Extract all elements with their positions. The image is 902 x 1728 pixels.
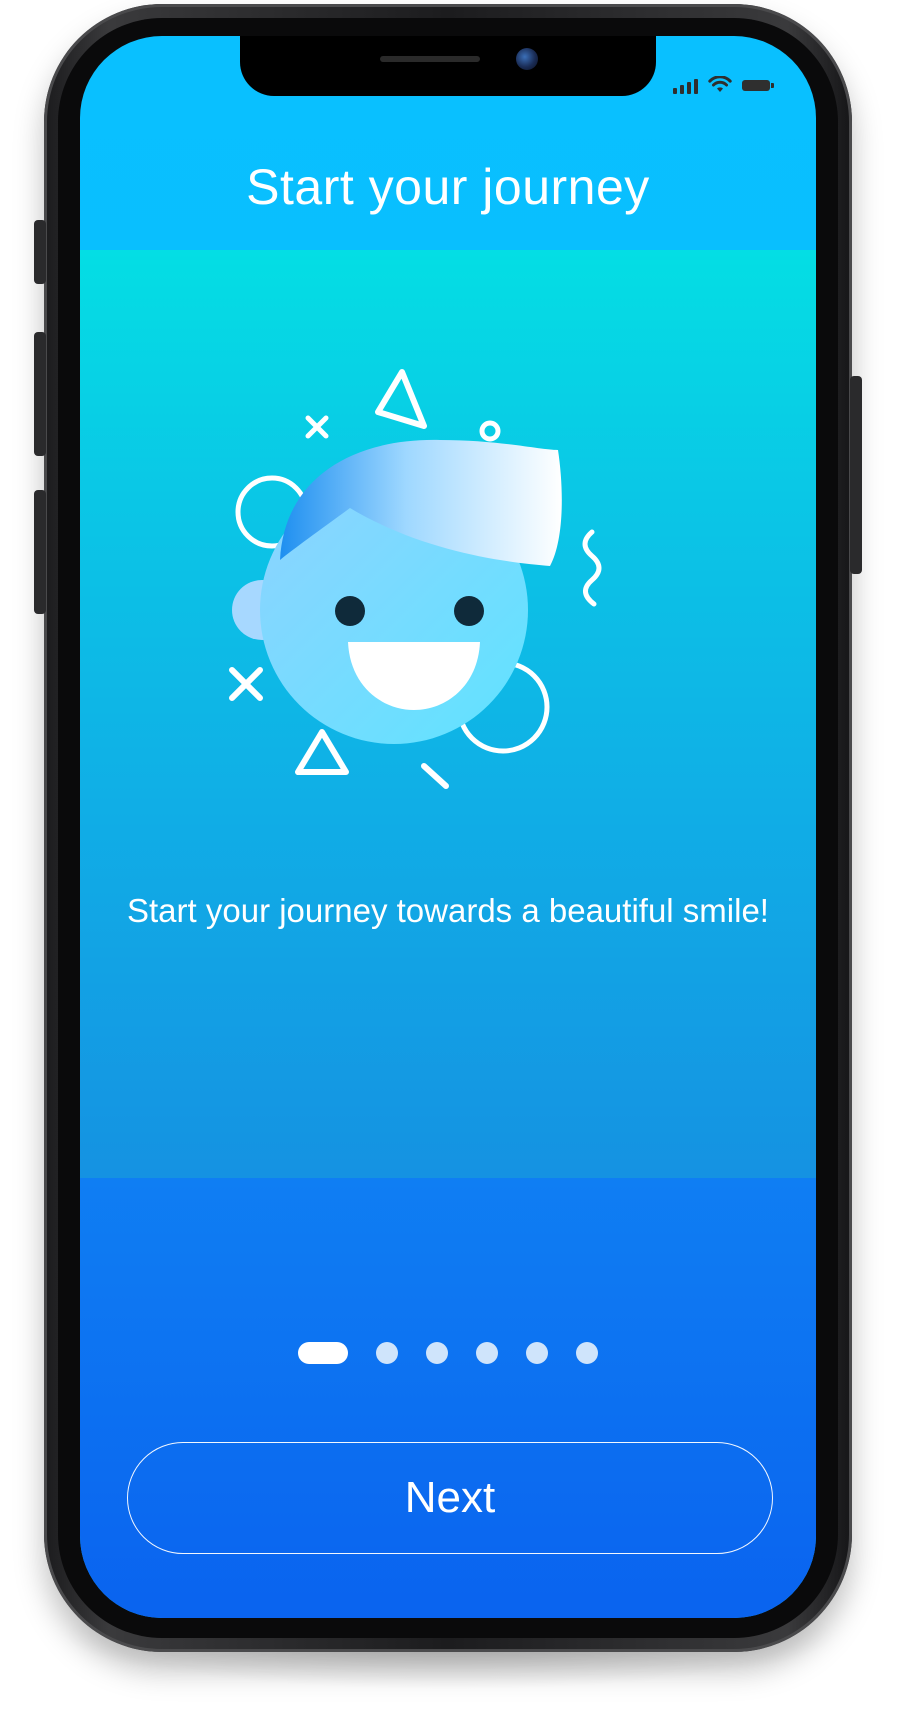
status-bar	[673, 74, 774, 94]
signal-icon	[673, 76, 698, 94]
notch	[240, 36, 656, 96]
page-dot[interactable]	[576, 1342, 598, 1364]
x-mark-icon	[305, 415, 329, 439]
triangle-icon	[375, 369, 427, 429]
page-dot[interactable]	[476, 1342, 498, 1364]
page-dot[interactable]	[426, 1342, 448, 1364]
volume-down-button	[34, 490, 46, 614]
page-dot-active[interactable]	[298, 1342, 348, 1364]
silent-switch	[34, 220, 46, 284]
page-indicator	[80, 1338, 816, 1368]
next-button[interactable]: Next	[127, 1442, 773, 1554]
battery-icon	[742, 80, 774, 91]
page-title: Start your journey	[246, 159, 650, 215]
x-mark-icon	[229, 667, 263, 701]
wifi-icon	[708, 76, 732, 92]
onboarding-content: Start your journey towards a beautiful s…	[80, 250, 816, 1178]
smiling-face-illustration	[229, 369, 602, 789]
page-dot[interactable]	[526, 1342, 548, 1364]
power-button	[850, 376, 862, 574]
face-icon	[232, 439, 562, 744]
footer: Next	[80, 1178, 816, 1618]
small-circle-icon	[479, 420, 501, 442]
front-camera-icon	[516, 48, 538, 70]
triangle-icon	[295, 729, 349, 775]
dash-icon	[421, 763, 449, 789]
squiggle-icon	[582, 529, 602, 607]
onboarding-tagline: Start your journey towards a beautiful s…	[127, 892, 769, 929]
page-dot[interactable]	[376, 1342, 398, 1364]
volume-up-button	[34, 332, 46, 456]
speaker-grille	[380, 56, 480, 62]
app-screen: Start your journey Start your journey to…	[80, 36, 816, 1618]
